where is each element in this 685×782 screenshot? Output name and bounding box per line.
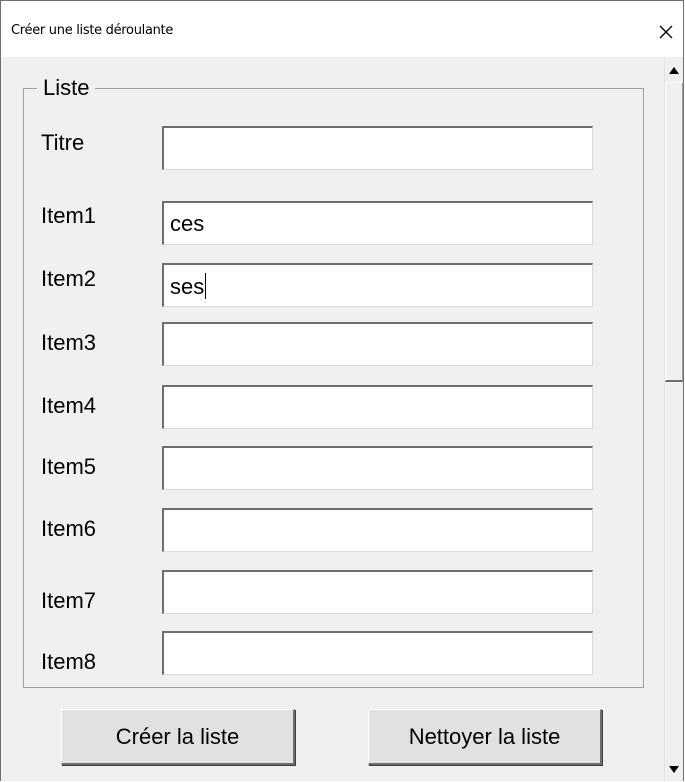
dialog-content: Liste Titre Item1 ces Item2 ses Item3 It… <box>1 57 666 781</box>
item1-label: Item1 <box>41 203 97 228</box>
close-button[interactable] <box>649 15 683 49</box>
item4-label: Item4 <box>41 393 97 418</box>
vertical-scrollbar[interactable] <box>664 57 683 781</box>
item2-input-value: ses <box>170 274 205 299</box>
item3-label: Item3 <box>41 330 97 355</box>
clear-list-button-label: Nettoyer la liste <box>408 723 561 749</box>
title-bar: Créer une liste déroulante <box>1 1 683 57</box>
item2-input[interactable]: ses <box>162 263 593 307</box>
dialog-window: Créer une liste déroulante Liste Titre I… <box>0 0 684 781</box>
create-list-button-label: Créer la liste <box>115 723 240 749</box>
text-caret <box>205 273 207 299</box>
item7-input[interactable] <box>162 570 593 614</box>
title-label: Titre <box>41 130 85 155</box>
list-group-legend: Liste <box>37 75 96 101</box>
item1-input-value: ces <box>170 211 205 236</box>
item6-input[interactable] <box>162 508 593 552</box>
item1-input[interactable]: ces <box>162 201 593 245</box>
window-title: Créer une liste déroulante <box>11 23 174 38</box>
item6-label: Item6 <box>41 516 97 541</box>
item8-label: Item8 <box>41 649 97 674</box>
scroll-down-button[interactable] <box>665 760 683 778</box>
item2-label: Item2 <box>41 266 97 291</box>
item7-label: Item7 <box>41 588 97 613</box>
item5-label: Item5 <box>41 454 97 479</box>
scroll-up-button[interactable] <box>665 61 683 79</box>
create-list-button[interactable]: Créer la liste <box>61 709 295 765</box>
item4-input[interactable] <box>162 385 593 429</box>
scroll-down-arrow-icon <box>669 760 679 778</box>
item5-input[interactable] <box>162 446 593 490</box>
close-icon <box>658 24 674 40</box>
clear-list-button[interactable]: Nettoyer la liste <box>368 709 602 765</box>
item8-input[interactable] <box>162 631 593 675</box>
title-input[interactable] <box>162 126 593 170</box>
item3-input[interactable] <box>162 322 593 366</box>
scroll-thumb[interactable] <box>665 82 683 382</box>
scroll-up-arrow-icon <box>669 61 679 79</box>
